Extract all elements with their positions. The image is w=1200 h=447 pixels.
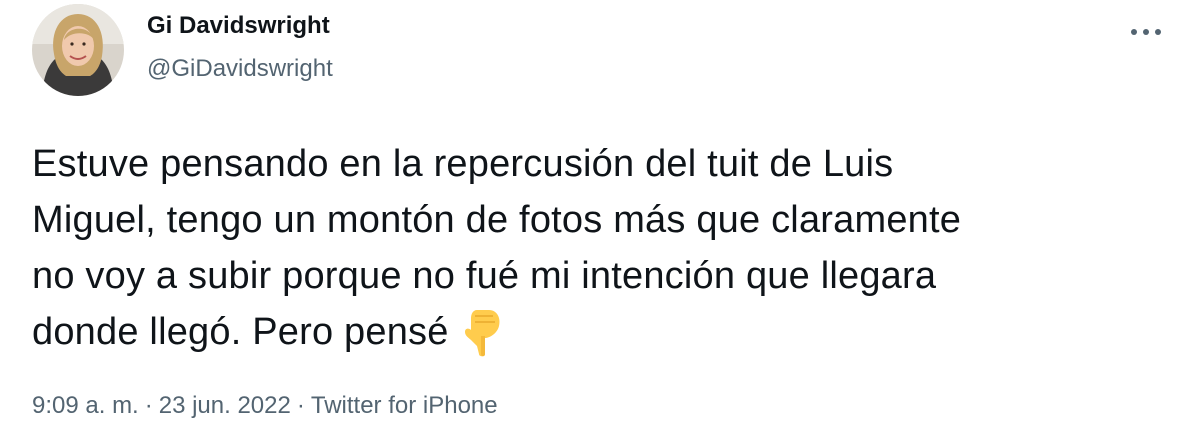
tweet-date[interactable]: 23 jun. 2022 <box>159 392 291 419</box>
backhand-index-pointing-down-icon <box>463 308 503 374</box>
meta-separator: · <box>296 392 305 419</box>
avatar[interactable] <box>32 4 124 96</box>
author-display-name[interactable]: Gi Davidswright <box>147 12 330 40</box>
tweet-source[interactable]: Twitter for iPhone <box>311 392 498 419</box>
more-options-icon[interactable] <box>1126 22 1166 42</box>
tweet-text-line: Miguel, tengo un montón de fotos más que… <box>32 199 962 241</box>
meta-separator: · <box>144 392 153 419</box>
tweet-card: Gi Davidswright @GiDavidswright Estuve p… <box>0 0 1200 447</box>
tweet-time[interactable]: 9:09 a. m. <box>32 392 139 419</box>
tweet-text-line: donde llegó. Pero pensé <box>32 304 1152 374</box>
tweet-text-line: Estuve pensando en la repercusión del tu… <box>32 143 894 185</box>
tweet-text-line: no voy a subir porque no fué mi intenció… <box>32 255 937 297</box>
tweet-text-line-content: donde llegó. Pero pensé <box>32 311 449 353</box>
tweet-metadata: 9:09 a. m. · 23 jun. 2022 · Twitter for iPho… <box>32 392 498 420</box>
tweet-text: Estuve pensando en la repercusión del tu… <box>32 136 1152 374</box>
avatar-photo-icon <box>32 4 124 96</box>
author-handle[interactable]: @GiDavidswright <box>147 55 333 83</box>
